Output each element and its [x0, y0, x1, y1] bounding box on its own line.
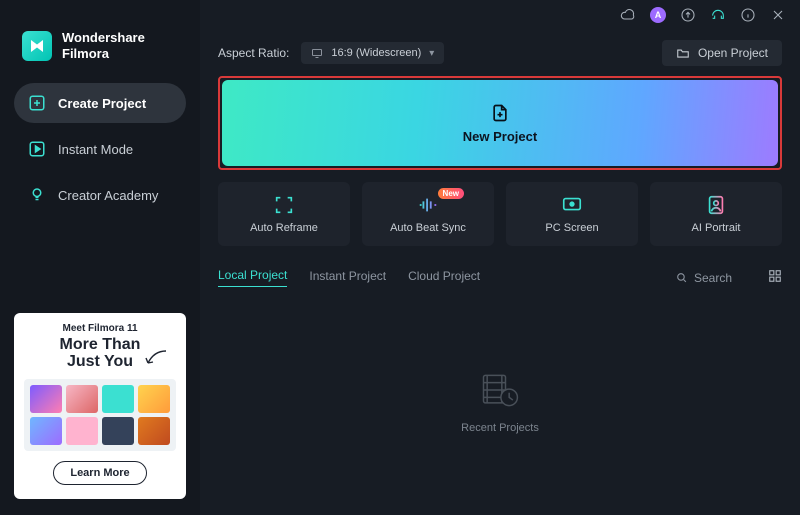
promo-thumbnails [24, 379, 176, 451]
reframe-icon [273, 194, 295, 216]
feature-cards: Auto Reframe New Auto Beat Sync PC Scree… [218, 182, 782, 246]
grid-view-icon[interactable] [768, 269, 782, 286]
aspect-ratio-value: 16:9 (Widescreen) [331, 47, 421, 59]
promo-learn-more-button[interactable]: Learn More [53, 461, 146, 485]
sidebar-item-creator-academy[interactable]: Creator Academy [14, 175, 186, 215]
cloud-icon[interactable] [620, 7, 636, 23]
app-root: Wondershare Filmora Create Project Insta… [0, 0, 800, 515]
close-icon[interactable] [770, 7, 786, 23]
search-input[interactable]: Search [675, 271, 732, 285]
portrait-icon [705, 194, 727, 216]
logo: Wondershare Filmora [0, 0, 200, 83]
card-label: PC Screen [545, 222, 598, 234]
plus-square-icon [28, 94, 46, 112]
open-project-label: Open Project [698, 46, 768, 60]
promo-kicker: Meet Filmora 11 [24, 323, 176, 334]
card-label: Auto Reframe [250, 222, 318, 234]
card-ai-portrait[interactable]: AI Portrait [650, 182, 782, 246]
card-label: AI Portrait [692, 222, 741, 234]
sidebar-item-label: Creator Academy [58, 188, 158, 203]
info-icon[interactable] [740, 7, 756, 23]
file-plus-icon [490, 103, 510, 123]
card-auto-reframe[interactable]: Auto Reframe [218, 182, 350, 246]
new-project-highlight: New Project [218, 76, 782, 170]
sidebar-item-label: Instant Mode [58, 142, 133, 157]
soundwave-icon [417, 194, 439, 216]
play-square-icon [28, 140, 46, 158]
upload-icon[interactable] [680, 7, 696, 23]
top-row: Aspect Ratio: 16:9 (Widescreen) ▾ Open P… [200, 30, 800, 76]
sidebar-item-instant-mode[interactable]: Instant Mode [14, 129, 186, 169]
monitor-icon [311, 47, 323, 59]
sidebar-item-create-project[interactable]: Create Project [14, 83, 186, 123]
lightbulb-icon [28, 186, 46, 204]
new-project-button[interactable]: New Project [222, 80, 778, 166]
new-project-label: New Project [463, 129, 537, 144]
headset-icon[interactable] [710, 7, 726, 23]
recent-projects-label: Recent Projects [461, 422, 539, 434]
tab-instant-project[interactable]: Instant Project [309, 269, 386, 287]
sidebar-item-label: Create Project [58, 96, 146, 111]
logo-mark-icon [22, 31, 52, 61]
titlebar: A [200, 0, 800, 30]
aspect-ratio-label: Aspect Ratio: [218, 46, 289, 60]
recent-projects-empty: Recent Projects [218, 287, 782, 515]
promo-card: Meet Filmora 11 More Than Just You Learn… [14, 313, 186, 499]
logo-text: Wondershare Filmora [62, 30, 145, 61]
search-placeholder: Search [694, 271, 732, 285]
aspect-ratio-select[interactable]: 16:9 (Widescreen) ▾ [301, 42, 444, 64]
main: A Aspect Ratio: 16:9 (Widescreen) ▾ Open… [200, 0, 800, 515]
film-clock-icon [478, 368, 522, 412]
card-label: Auto Beat Sync [390, 222, 466, 234]
arrow-icon [142, 349, 168, 369]
card-auto-beat-sync[interactable]: New Auto Beat Sync [362, 182, 494, 246]
sidebar-nav: Create Project Instant Mode Creator Acad… [0, 83, 200, 215]
card-pc-screen[interactable]: PC Screen [506, 182, 638, 246]
content: New Project Auto Reframe New Auto Beat S… [200, 76, 800, 515]
sidebar: Wondershare Filmora Create Project Insta… [0, 0, 200, 515]
tab-cloud-project[interactable]: Cloud Project [408, 269, 480, 287]
new-badge: New [438, 188, 464, 199]
folder-icon [676, 46, 690, 60]
tab-local-project[interactable]: Local Project [218, 268, 287, 287]
chevron-down-icon: ▾ [429, 48, 434, 59]
avatar[interactable]: A [650, 7, 666, 23]
screen-record-icon [561, 194, 583, 216]
project-tabs: Local Project Instant Project Cloud Proj… [218, 268, 782, 287]
open-project-button[interactable]: Open Project [662, 40, 782, 66]
search-icon [675, 271, 688, 284]
